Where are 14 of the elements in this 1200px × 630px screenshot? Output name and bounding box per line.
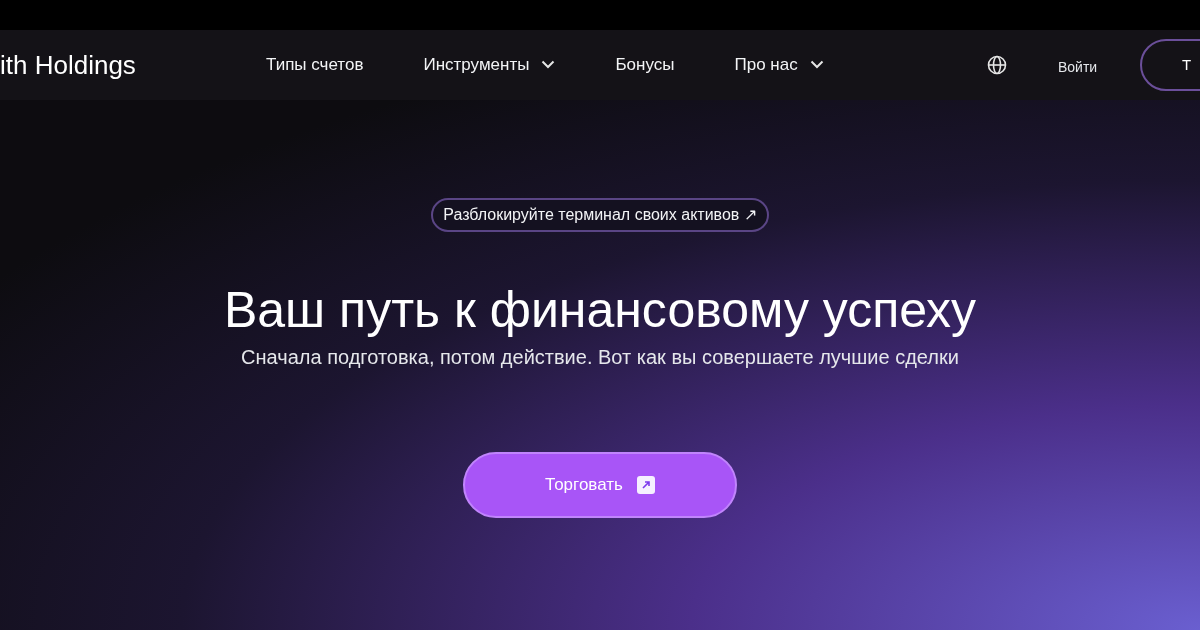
chevron-down-icon (809, 60, 824, 70)
nav-link[interactable]: Бонусы (615, 52, 675, 78)
hero-subtitle: Сначала подготовка, потом действие. Вот как вы совершаете лучшие сделки (241, 345, 959, 370)
nav-link[interactable]: Про нас (734, 52, 824, 78)
chevron-down-icon (541, 60, 556, 70)
globe-icon[interactable] (987, 55, 1007, 75)
hero-title: Ваш путь к финансовому успеху (223, 281, 977, 340)
logo-text[interactable]: ith Holdings (0, 50, 136, 80)
nav-link[interactable]: Инструменты (423, 52, 556, 78)
login-link[interactable]: Войти (1058, 57, 1098, 78)
nav-link[interactable]: Типы счетов (266, 52, 364, 78)
badge-link[interactable]: Разблокируйте терминал своих активов ↗ (431, 198, 769, 232)
trade-button[interactable]: Торговать (463, 452, 737, 518)
header-button[interactable]: Т (1140, 39, 1200, 91)
